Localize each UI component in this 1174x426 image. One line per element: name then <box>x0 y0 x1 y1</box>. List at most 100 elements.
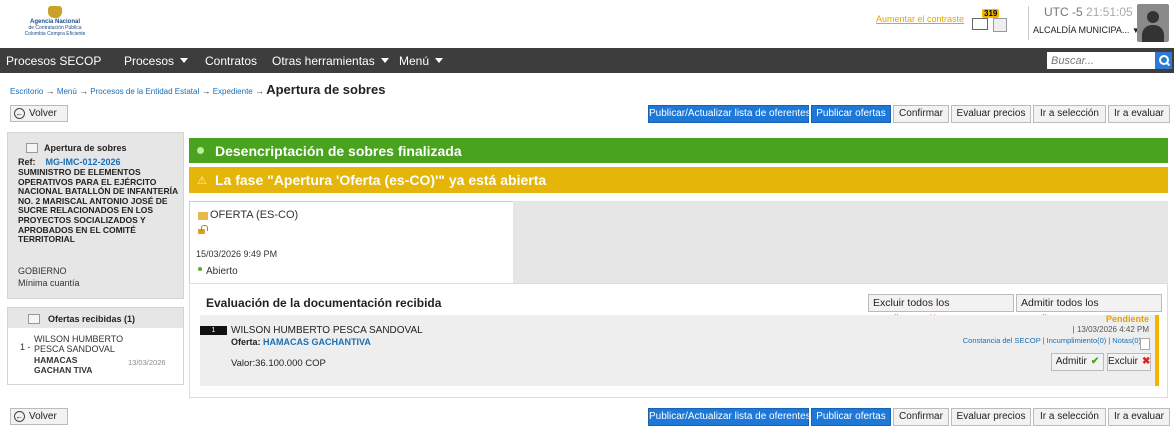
publish-bidders-list-button[interactable]: Publicar/Actualizar lista de oferentes <box>648 105 811 123</box>
nav-menu-label: Menú <box>399 54 430 68</box>
back-button-bottom[interactable]: ← Volver <box>10 408 68 425</box>
breadcrumb-procesos[interactable]: Procesos de la Entidad Estatal <box>90 87 199 96</box>
documentation-evaluation-section: Evaluación de la documentación recibida … <box>189 283 1168 398</box>
status-badge: Pendiente <box>1105 314 1149 324</box>
exclude-all-pending-button[interactable]: Excluir todos los pendientes✖ <box>868 294 1014 325</box>
success-alert: Desencriptación de sobres finalizada <box>189 138 1168 163</box>
check-circle-icon <box>197 147 204 154</box>
user-icon-head <box>1147 11 1159 23</box>
offer-timestamp: | 13/03/2026 4:42 PM <box>1072 325 1149 334</box>
back-button[interactable]: ← Volver <box>10 105 68 122</box>
clock: UTC -5 21:51:05 <box>1044 5 1133 19</box>
offer-date: 13/03/2026 <box>128 358 166 367</box>
offer-subtitle: Oferta: HAMACAS GACHANTIVA <box>231 337 371 347</box>
nav-otras-herramientas-label: Otras herramientas <box>272 54 375 68</box>
organization-selector[interactable]: ALCALDÍA MUNICIPA... ▼ <box>1033 25 1140 35</box>
folder-icon <box>26 143 38 153</box>
header-divider <box>1028 6 1029 40</box>
offer-number: 1 <box>200 326 227 335</box>
arrow-left-icon: ← <box>14 108 25 119</box>
phase-state: Abierto <box>198 266 238 277</box>
phase-tab[interactable]: OFERTA (ES-CO) 15/03/2026 9:49 PM Abiert… <box>189 201 514 284</box>
confirm-button[interactable]: Confirmar <box>893 105 949 123</box>
nav-procesos[interactable]: Procesos <box>124 54 189 68</box>
admit-button-label: Admitir <box>1055 356 1087 367</box>
go-to-selection-button-bottom[interactable]: Ir a selección <box>1033 408 1106 426</box>
search-button[interactable] <box>1155 52 1172 69</box>
increase-contrast-link[interactable]: Aumentar el contraste <box>876 14 964 24</box>
process-reference-label: Ref: <box>18 157 36 167</box>
arrow-right-icon: → <box>201 86 211 96</box>
breadcrumb-menu[interactable]: Menú <box>57 87 77 96</box>
incumplimiento-link[interactable]: Incumplimiento(0) <box>1047 336 1107 345</box>
nav-procesos-label: Procesos <box>124 54 175 68</box>
offer-value: Valor:36.100.000 COP <box>231 358 326 369</box>
agency-logo[interactable]: Agencia Nacional de Contratación Pública… <box>14 6 96 40</box>
publish-offers-button[interactable]: Publicar ofertas <box>811 105 891 123</box>
admit-button[interactable]: Admitir ✔ <box>1051 353 1104 371</box>
process-sector: GOBIERNO <box>18 266 67 276</box>
timezone-label: UTC -5 <box>1044 5 1083 19</box>
evaluate-prices-button-bottom[interactable]: Evaluar precios <box>951 408 1031 426</box>
check-icon: ✔ <box>1090 356 1100 367</box>
nav-otras-herramientas[interactable]: Otras herramientas <box>272 54 389 68</box>
organization-name: ALCALDÍA MUNICIPA... <box>1033 25 1130 35</box>
received-offers-header: Ofertas recibidas (1) <box>8 308 183 328</box>
offer-index: 1 - <box>20 342 31 352</box>
search-input[interactable] <box>1047 52 1155 69</box>
nav-procesos-secop[interactable]: Procesos SECOP <box>6 54 101 68</box>
offer-bidder-link[interactable]: WILSON HUMBERTO PESCA SANDOVAL <box>34 334 124 354</box>
warning-alert-text: La fase "Apertura 'Oferta (es-CO)'" ya e… <box>215 172 547 188</box>
main-navbar: Procesos SECOP Procesos Contratos Otras … <box>0 48 1174 73</box>
go-to-evaluate-button[interactable]: Ir a evaluar <box>1108 105 1170 123</box>
caret-down-icon <box>180 58 189 63</box>
phase-title: OFERTA (ES-CO) <box>210 209 299 221</box>
arrow-right-icon: → <box>254 86 264 96</box>
process-reference: Ref: MG-IMC-012-2026 <box>18 157 121 167</box>
document-icon[interactable] <box>1140 338 1150 350</box>
received-offers-title: Ofertas recibidas (1) <box>48 314 136 324</box>
offer-name-link[interactable]: HAMACAS GACHANTIVA <box>263 337 371 347</box>
offer-bidder-name: WILSON HUMBERTO PESCA SANDOVAL <box>231 325 423 336</box>
mail-icon[interactable] <box>972 18 988 30</box>
offer-links: Constancia del SECOP | Incumplimiento(0) | N… <box>963 336 1141 345</box>
process-reference-code[interactable]: MG-IMC-012-2026 <box>46 157 121 167</box>
warning-triangle-icon: ⚠ <box>197 175 207 187</box>
tab-strip-background <box>513 201 1168 283</box>
unlock-icon <box>198 225 208 234</box>
process-modality: Mínima cuantía <box>18 278 80 288</box>
breadcrumb-expediente[interactable]: Expediente <box>213 87 253 96</box>
search-icon-handle <box>1165 61 1171 67</box>
coat-of-arms-icon <box>48 6 62 18</box>
user-icon-body <box>1142 25 1164 42</box>
phase-state-label: Abierto <box>206 266 238 277</box>
go-to-selection-button[interactable]: Ir a selección <box>1033 105 1106 123</box>
confirm-button-bottom[interactable]: Confirmar <box>893 408 949 426</box>
back-button-label: Volver <box>29 108 57 119</box>
inbox-icon[interactable] <box>993 18 1007 32</box>
evaluate-prices-button[interactable]: Evaluar precios <box>951 105 1031 123</box>
process-description: SUMINISTRO DE ELEMENTOS OPERATIVOS PARA … <box>18 167 178 245</box>
go-to-evaluate-button-bottom[interactable]: Ir a evaluar <box>1108 408 1170 426</box>
caret-down-icon <box>435 58 444 63</box>
breadcrumb-escritorio[interactable]: Escritorio <box>10 87 43 96</box>
offer-row: 1 WILSON HUMBERTO PESCA SANDOVAL Oferta:… <box>200 314 1159 386</box>
publish-offers-button-bottom[interactable]: Publicar ofertas <box>811 408 891 426</box>
publish-bidders-list-button-bottom[interactable]: Publicar/Actualizar lista de oferentes <box>648 408 811 426</box>
notas-link[interactable]: Notas(0) <box>1112 336 1141 345</box>
pending-accent-bar <box>1155 315 1159 386</box>
exclude-button[interactable]: Excluir ✖ <box>1107 353 1151 371</box>
exclude-button-label: Excluir <box>1108 356 1139 367</box>
admit-all-pending-button[interactable]: Admitir todos los pendientes✔ <box>1016 294 1162 325</box>
user-avatar[interactable] <box>1137 4 1169 42</box>
constancia-secop-link[interactable]: Constancia del SECOP <box>963 336 1041 345</box>
nav-menu[interactable]: Menú <box>399 54 444 68</box>
process-panel-title: Apertura de sobres <box>44 143 127 153</box>
arrow-right-icon: → <box>79 86 89 96</box>
process-summary-panel: Apertura de sobres Ref: MG-IMC-012-2026 S… <box>7 132 184 299</box>
evaluation-title: Evaluación de la documentación recibida <box>206 296 442 310</box>
nav-contratos[interactable]: Contratos <box>205 54 257 68</box>
clock-time: 21:51:05 <box>1086 5 1133 19</box>
logo-line-3: Colombia Compra Eficiente <box>24 31 86 37</box>
status-dot-icon <box>198 267 202 271</box>
